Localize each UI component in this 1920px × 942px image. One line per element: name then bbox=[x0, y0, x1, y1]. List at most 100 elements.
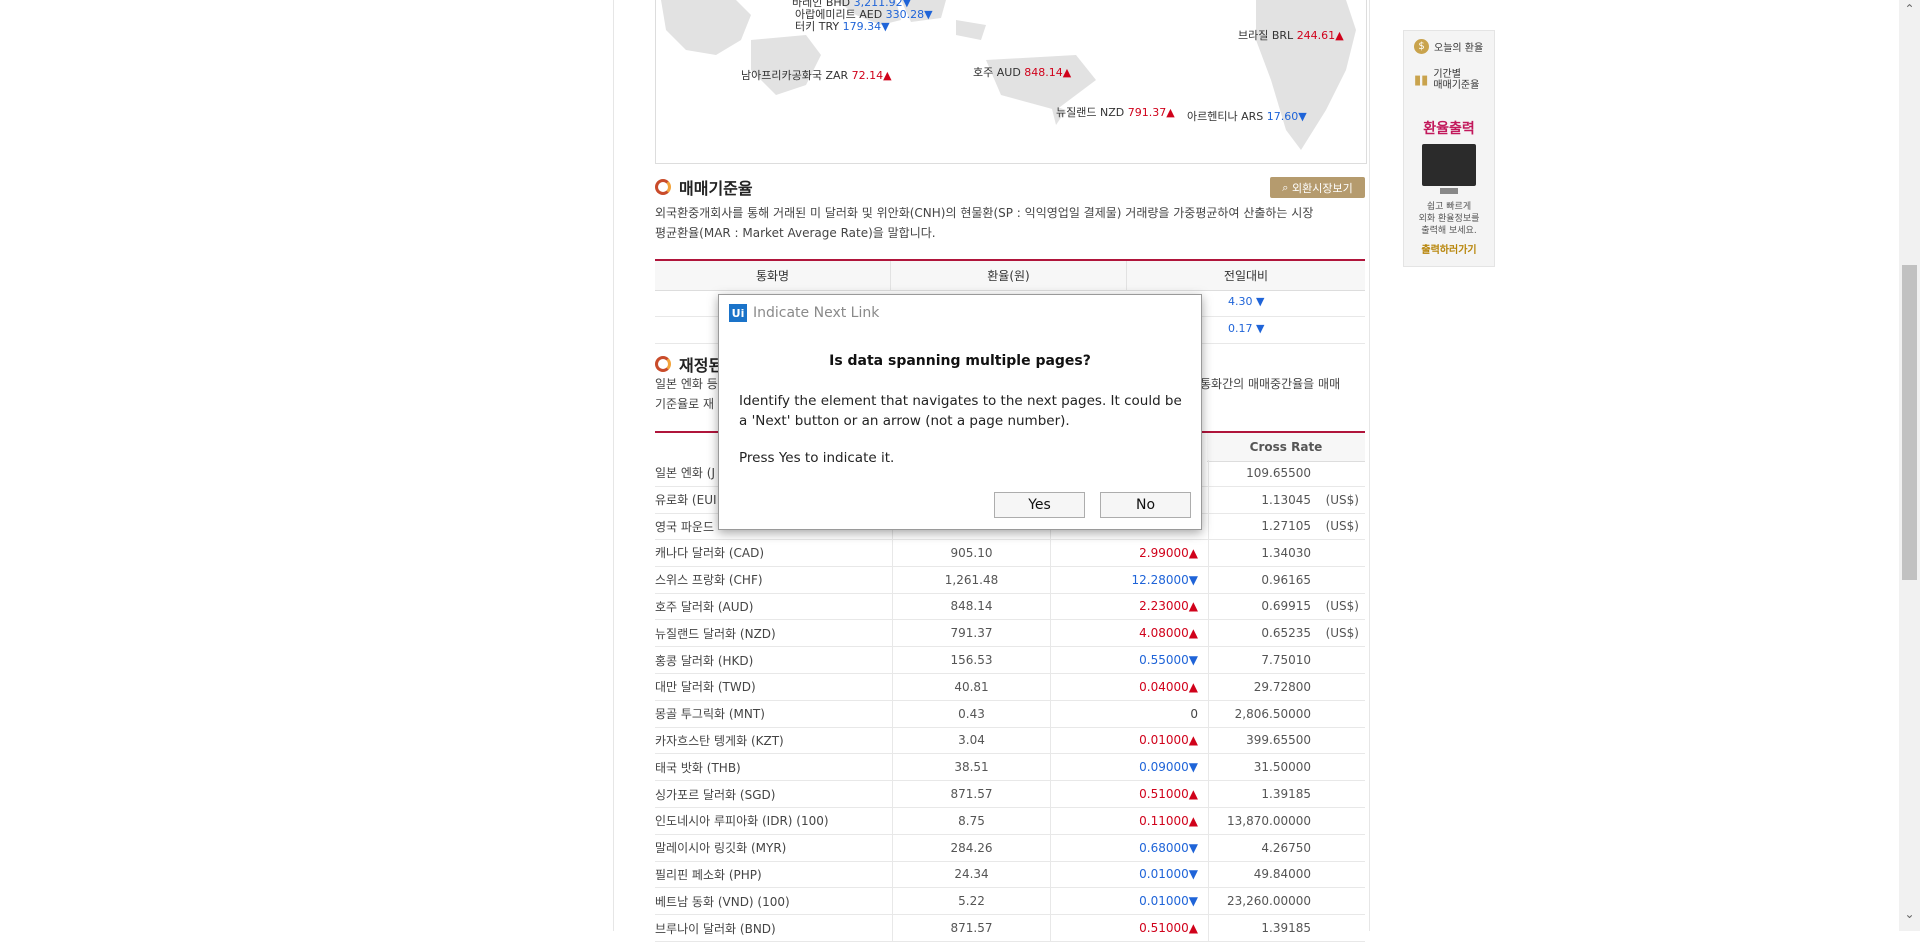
change-value: 0.01000 ▼ bbox=[1051, 861, 1209, 888]
world-exchange-map: 바레인 BHD 3,211.92▼ 아랍에미리트 AED 330.28▼ 터키 … bbox=[655, 0, 1367, 164]
scrollbar-thumb[interactable] bbox=[1902, 265, 1917, 580]
section-description: 외국환중개회사를 통해 거래된 미 달러화 및 위안화(CNH)의 현물환(SP… bbox=[655, 206, 1314, 240]
change-value: 0.01000 ▼ bbox=[1051, 888, 1209, 915]
dialog-instruction: Press Yes to indicate it. bbox=[739, 450, 895, 466]
change-value: 4.30 ▼ bbox=[1228, 295, 1265, 308]
rate-value: 8.75 bbox=[893, 807, 1051, 834]
table-row: 뉴질랜드 달러화 (NZD) 791.37 4.08000 ▲ 0.65235 (US$… bbox=[655, 620, 1365, 648]
rate-value: 871.57 bbox=[893, 781, 1051, 807]
cross-rate-value: 13,870.00000 bbox=[1227, 813, 1311, 828]
sidebar-quick-menu: $ 오늘의 환율 ▮▮ 기간별 매매기준율 환율출력 쉽고 빠르게 외화 환율정보… bbox=[1403, 30, 1495, 267]
cross-rate-value: 4.26750 bbox=[1261, 840, 1311, 855]
table-row: 싱가포르 달러화 (SGD) 871.57 0.51000 ▲ 1.39185 bbox=[655, 781, 1365, 808]
monitor-icon bbox=[1422, 144, 1476, 194]
currency-name: 말레이시아 링깃화 (MYR) bbox=[655, 834, 893, 861]
change-value: 0.68000 ▼ bbox=[1051, 834, 1209, 861]
rate-value: 905.10 bbox=[893, 540, 1051, 566]
bar-chart-icon: ▮▮ bbox=[1414, 72, 1429, 88]
cross-rate-value: 7.75010 bbox=[1261, 653, 1311, 668]
table-row: 인도네시아 루피아화 (IDR) (100) 8.75 0.11000 ▲ 13,87… bbox=[655, 807, 1365, 835]
table-row: 태국 밧화 (THB) 38.51 0.09000 ▼ 31.50000 bbox=[655, 754, 1365, 782]
sidebar-item-today-rate[interactable]: $ 오늘의 환율 bbox=[1414, 39, 1483, 54]
rates-table-body: 캐나다 달러화 (CAD) 905.10 2.99000 ▲ 1.34030 스위스 프… bbox=[655, 540, 1365, 942]
no-button[interactable]: No bbox=[1100, 492, 1191, 518]
table-row: 필리핀 페소화 (PHP) 24.34 0.01000 ▼ 49.84000 bbox=[655, 861, 1365, 889]
rate-value: 156.53 bbox=[893, 647, 1051, 673]
currency-name: 캐나다 달러화 (CAD) bbox=[655, 540, 893, 566]
map-label-brl: 브라질 BRL 244.61▲ bbox=[1238, 29, 1344, 42]
fx-market-button[interactable]: ⌕ 외환시장보기 bbox=[1270, 177, 1365, 198]
map-label-nzd: 뉴질랜드 NZD 791.37▲ bbox=[1056, 106, 1175, 119]
change-value: 0.09000 ▼ bbox=[1051, 754, 1209, 781]
cross-rate-value: 0.69915 (US$) bbox=[1261, 599, 1359, 614]
change-value: 0.01000 ▲ bbox=[1051, 727, 1209, 754]
rate-value: 1,261.48 bbox=[893, 566, 1051, 593]
section2-description-right: 통화간의 매매중간율을 매매 bbox=[1200, 377, 1341, 391]
section-bullet-icon bbox=[655, 356, 671, 372]
table-row: 캐나다 달러화 (CAD) 905.10 2.99000 ▲ 1.34030 bbox=[655, 540, 1365, 567]
map-label-zar: 남아프리카공화국 ZAR 72.14▲ bbox=[741, 69, 892, 82]
cross-rate-value: 23,260.00000 bbox=[1227, 894, 1311, 909]
cross-rate-value: 29.72800 bbox=[1253, 679, 1311, 694]
table-row: 몽골 투그릭화 (MNT) 0.43 0 2,806.50000 bbox=[655, 700, 1365, 728]
change-value: 0.55000 ▼ bbox=[1051, 647, 1209, 673]
map-label-try: 터키 TRY 179.34▼ bbox=[795, 20, 890, 33]
table-row: 홍콩 달러화 (HKD) 156.53 0.55000 ▼ 7.75010 bbox=[655, 647, 1365, 674]
change-value: 2.23000 ▲ bbox=[1051, 593, 1209, 620]
currency-name: 몽골 투그릭화 (MNT) bbox=[655, 700, 893, 727]
change-value: 4.08000 ▲ bbox=[1051, 620, 1209, 647]
currency-name: 뉴질랜드 달러화 (NZD) bbox=[655, 620, 893, 647]
cross-rate-value: 1.39185 bbox=[1261, 921, 1311, 936]
currency-name: 카자흐스탄 텡게화 (KZT) bbox=[655, 727, 893, 754]
table-row: 베트남 동화 (VND) (100) 5.22 0.01000 ▼ 23,260.00… bbox=[655, 888, 1365, 916]
change-value: 0.04000 ▲ bbox=[1051, 673, 1209, 700]
table-row: 카자흐스탄 텡게화 (KZT) 3.04 0.01000 ▲ 399.65500 bbox=[655, 727, 1365, 755]
base-rate-table-header: 통화명 환율(원) 전일대비 bbox=[655, 259, 1365, 291]
rate-value: 791.37 bbox=[893, 620, 1051, 647]
scroll-up-icon[interactable]: ⌃ bbox=[1899, 0, 1920, 17]
currency-name: 인도네시아 루피아화 (IDR) (100) bbox=[655, 807, 893, 834]
dialog-titlebar: Ui Indicate Next Link bbox=[729, 304, 879, 322]
change-value: 2.99000 ▲ bbox=[1051, 540, 1209, 566]
scroll-down-icon[interactable]: ⌄ bbox=[1899, 905, 1920, 922]
rate-value: 3.04 bbox=[893, 727, 1051, 754]
cross-rate-value: 0.96165 bbox=[1261, 572, 1311, 587]
search-icon: ⌕ bbox=[1282, 180, 1292, 194]
sidebar-print-link[interactable]: 출력하러가기 bbox=[1404, 241, 1494, 256]
rate-value: 38.51 bbox=[893, 754, 1051, 781]
dialog-body: Identify the element that navigates to t… bbox=[739, 393, 1182, 429]
dialog-title: Indicate Next Link bbox=[753, 305, 880, 321]
currency-name: 싱가포르 달러화 (SGD) bbox=[655, 781, 893, 807]
currency-name: 브루나이 달러화 (BND) bbox=[655, 915, 893, 941]
cross-rate-value: 1.34030 bbox=[1261, 545, 1311, 560]
yes-button[interactable]: Yes bbox=[994, 492, 1085, 518]
currency-name: 호주 달러화 (AUD) bbox=[655, 593, 893, 620]
col-change: 전일대비 bbox=[1223, 269, 1269, 283]
section-title-arbitrage: 재정된 bbox=[655, 352, 723, 376]
rate-value: 284.26 bbox=[893, 834, 1051, 861]
rate-value: 871.57 bbox=[893, 915, 1051, 941]
cross-rate-value: 49.84000 bbox=[1253, 867, 1311, 882]
sidebar-print-title: 환율출력 bbox=[1423, 121, 1475, 137]
map-label-aud: 호주 AUD 848.14▲ bbox=[973, 66, 1072, 79]
col-cross-rate: Cross Rate bbox=[1249, 440, 1323, 454]
cross-rate-value: 31.50000 bbox=[1253, 760, 1311, 775]
change-value: 0 bbox=[1051, 700, 1209, 727]
cross-rate-value: 399.65500 bbox=[1246, 733, 1311, 748]
change-value: 12.28000 ▼ bbox=[1051, 566, 1209, 593]
sidebar-item-period-rate[interactable]: ▮▮ 기간별 매매기준율 bbox=[1414, 69, 1479, 91]
section-title-base-rate: 매매기준율 bbox=[655, 175, 753, 199]
uipath-logo-icon: Ui bbox=[729, 304, 747, 322]
change-value: 0.51000 ▲ bbox=[1051, 915, 1209, 941]
dollar-icon: $ bbox=[1414, 39, 1429, 54]
cross-rate-value: 0.65235 (US$) bbox=[1261, 626, 1359, 641]
table-row: 호주 달러화 (AUD) 848.14 2.23000 ▲ 0.69915 (US$) bbox=[655, 593, 1365, 621]
change-value: 0.51000 ▲ bbox=[1051, 781, 1209, 807]
currency-name: 베트남 동화 (VND) (100) bbox=[655, 888, 893, 915]
rate-value: 5.22 bbox=[893, 888, 1051, 915]
currency-name: 스위스 프랑화 (CHF) bbox=[655, 566, 893, 593]
table-row: 스위스 프랑화 (CHF) 1,261.48 12.28000 ▼ 0.96165 bbox=[655, 566, 1365, 594]
cross-rate-value: 2,806.50000 bbox=[1234, 706, 1311, 721]
cross-rate-header: Cross Rate bbox=[1207, 431, 1365, 462]
table-row: 대만 달러화 (TWD) 40.81 0.04000 ▲ 29.72800 bbox=[655, 673, 1365, 701]
